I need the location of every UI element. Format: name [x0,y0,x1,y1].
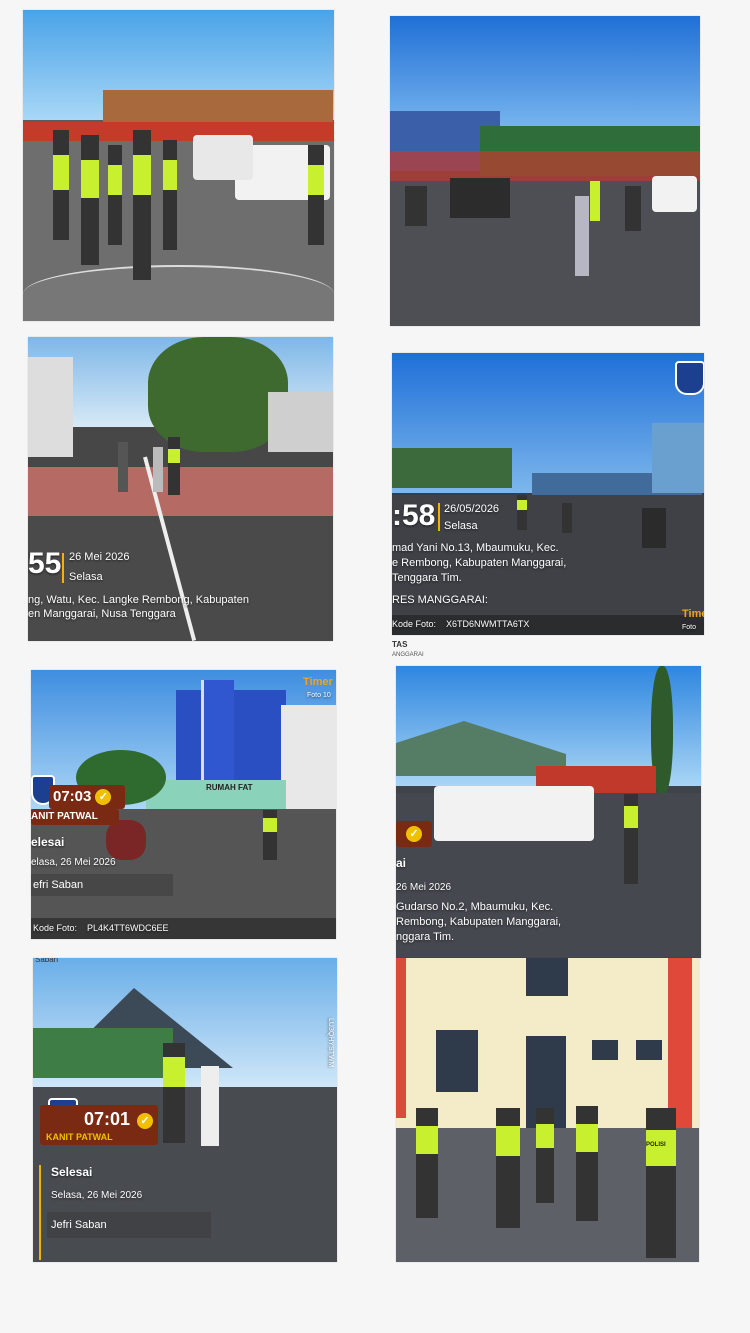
photo-officers-at-building: POLISI [396,958,699,1262]
verified-check-icon: ✓ [95,789,112,806]
address-line-1: Gudarso No.2, Mbaumuku, Kec. [396,901,554,913]
officer-name: efri Saban [31,874,173,896]
address-line-2: Rembong, Kabupaten Manggarai, [396,916,562,928]
police-shield-icon [675,361,704,395]
verified-check-icon: ✓ [137,1113,153,1129]
timer-label: Timer [303,676,333,688]
time-stamp: 55 [28,547,62,580]
stamp-divider [62,553,64,583]
address-line-3: Tenggara Tim. [392,572,462,584]
day-stamp: Selasa [69,571,103,583]
photo-zebra-crossing: 55 26 Mei 2026 Selasa ng, Watu, Kec. Lan… [28,337,333,641]
photo-officers-briefing [23,10,334,321]
date-stamp: Selasa, 26 Mei 2026 [51,1190,143,1201]
caption-tas: TAS [392,640,408,649]
photo-blue-building: RUMAH FAT 07:03 ✓ ANIT PATWAL elesai elas… [31,670,336,939]
stamp-divider [39,1165,41,1260]
status-label: elesai [31,835,65,849]
date-stamp: 26 Mei 2026 [69,551,130,563]
time-stamp: 07:01 [84,1109,131,1129]
status-label: Selesai [51,1165,93,1179]
photo-escorting-student: Saban 07:01 ✓ KANIT PATWAL Selesai Selas… [33,958,337,1262]
officer-name: Jefri Saban [47,1212,211,1238]
role-label: KANIT PATWAL [46,1132,113,1142]
verified-check-icon: ✓ [406,826,422,842]
time-stamp: :58 [392,499,436,532]
stamp-divider [438,503,440,531]
date-stamp: elasa, 26 Mei 2026 [31,857,116,868]
address-line-2: e Rembong, Kabupaten Manggarai, [392,557,567,569]
role-label: ANIT PATWAL [31,809,119,825]
time-pill: 07:03 ✓ [49,785,125,809]
photo-code: PL4K4TT6WDC6EE [87,923,169,933]
top-name-fragment: Saban [35,958,59,964]
verified-badge: ✓ [396,821,432,847]
address-line-3: nggara Tim. [396,931,455,943]
photo-code: X6TD6NWMTTA6TX [446,619,530,629]
time-stamp: 07:03 [53,788,92,805]
photo-code-label: Kode Foto: [33,923,78,933]
building-sign: RUMAH FAT [206,783,253,792]
photo-code-label: Kode Foto: [392,619,437,629]
photo-main-road-patrol: :58 26/05/2026 Selasa mad Yani No.13, Mb… [392,353,704,635]
address-line-1: ng, Watu, Kec. Langke Rembong, Kabupaten [28,594,249,606]
caption-manggarai: ANGGARAI [392,652,424,658]
foto-count: Foto 10 [682,624,697,631]
vest-text: POLISI [646,1142,666,1148]
date-stamp: 26 Mei 2026 [396,882,452,893]
time-pill: 07:01 ✓ KANIT PATWAL [40,1105,158,1145]
status-label: ai [396,856,407,870]
photo-pickup-intersection: ✓ ai 26 Mei 2026 Gudarso No.2, Mbaumuku,… [396,666,701,958]
address-line-2: en Manggarai, Nusa Tenggara [28,608,176,620]
foto-count: Foto 10 [307,692,331,699]
timer-label: Time [682,608,704,620]
day-stamp: Selasa [444,520,478,532]
address-line-1: mad Yani No.13, Mbaumuku, Kec. [392,542,559,554]
photo-street-crossing [390,16,700,326]
side-code: LU3QHYSTWM [327,1018,334,1068]
organization-label: RES MANGGARAI: [392,594,488,606]
date-stamp: 26/05/2026 [444,503,500,515]
